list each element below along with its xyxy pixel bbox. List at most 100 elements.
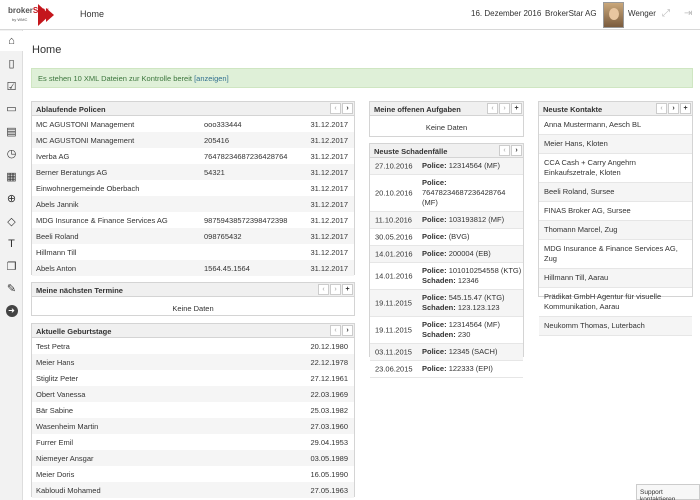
- prev-page-button[interactable]: ‹: [318, 284, 329, 295]
- user-avatar[interactable]: [603, 2, 624, 28]
- birthday-row[interactable]: Stiglitz Peter 27.12.1961: [32, 370, 354, 386]
- next-page-button[interactable]: ›: [668, 103, 679, 114]
- next-page-button[interactable]: ›: [511, 145, 522, 156]
- company-name[interactable]: BrokerStar AG: [545, 9, 597, 18]
- sidebar-item-text[interactable]: T: [0, 234, 23, 254]
- claim-row[interactable]: 19.11.2015 Police: 545.15.47 (KTG) Schaden…: [370, 290, 523, 317]
- top-bar: brokerStar by WMC Home 16. Dezember 2016…: [0, 0, 700, 30]
- sidebar-item-clock[interactable]: ◷: [0, 144, 23, 164]
- prev-page-button[interactable]: ‹: [330, 103, 341, 114]
- brokerstar-logo[interactable]: brokerStar by WMC: [8, 4, 60, 26]
- sidebar-item-copy[interactable]: ❐: [0, 256, 23, 276]
- claim-row[interactable]: 20.10.2016 Police: 76478234687236428764 (…: [370, 175, 523, 212]
- expiry-date: 31.12.2017: [310, 248, 348, 257]
- contact-row[interactable]: Thomann Marcel, Zug: [539, 221, 692, 240]
- sidebar-item-calculator[interactable]: ▦: [0, 166, 23, 186]
- claim-row[interactable]: 19.11.2015 Police: 12314564 (MF) Schaden: …: [370, 317, 523, 344]
- prev-page-button[interactable]: ‹: [499, 145, 510, 156]
- next-page-button[interactable]: ›: [342, 103, 353, 114]
- police-label: Police:: [422, 293, 447, 302]
- contact-row[interactable]: Hillmann Till, Aarau: [539, 269, 692, 288]
- sidebar-item-checklist[interactable]: ☑: [0, 76, 23, 96]
- claim-row[interactable]: 03.11.2015 Police: 12345 (SACH): [370, 344, 523, 361]
- police-value: 12345 (SACH): [448, 347, 498, 356]
- policy-number: ooo333444: [204, 120, 242, 129]
- police-value: 103193812 (MF): [448, 215, 505, 224]
- fullscreen-icon[interactable]: ⤢: [662, 8, 670, 19]
- sidebar-item-tag[interactable]: ◇: [0, 211, 23, 231]
- expiring-policies-header: Ablaufende Policen ‹ ›: [32, 102, 354, 116]
- sidebar-item-arrow-right-circle[interactable]: ➜: [0, 301, 23, 321]
- policy-row[interactable]: MDG Insurance & Finance Services AG 98759…: [32, 212, 354, 228]
- alert-show-link[interactable]: [anzeigen]: [194, 74, 229, 83]
- claim-info: Police: 545.15.47 (KTG) Schaden: 123.123.…: [422, 290, 523, 316]
- claim-row[interactable]: 30.05.2016 Police: (BVG): [370, 229, 523, 246]
- contact-row[interactable]: Meier Hans, Kloten: [539, 135, 692, 154]
- birthday-row[interactable]: Test Petra 20.12.1980: [32, 338, 354, 354]
- next-page-button[interactable]: ›: [342, 325, 353, 336]
- police-label: Police:: [422, 215, 447, 224]
- next-page-button[interactable]: ›: [499, 103, 510, 114]
- add-contact-button[interactable]: +: [680, 103, 691, 114]
- claim-row[interactable]: 11.10.2016 Police: 103193812 (MF): [370, 212, 523, 229]
- claim-row[interactable]: 23.06.2015 Police: 122333 (EPI): [370, 361, 523, 378]
- policy-holder: Hillmann Till: [36, 248, 77, 257]
- contact-row[interactable]: MDG Insurance & Finance Services AG, Zug: [539, 240, 692, 269]
- claim-date: 23.06.2015: [375, 364, 413, 374]
- person-name: Niemeyer Ansgar: [36, 454, 94, 463]
- sidebar-item-tools[interactable]: ✎: [0, 279, 23, 299]
- birthday-row[interactable]: Bär Sabine 25.03.1982: [32, 402, 354, 418]
- policy-row[interactable]: Einwohnergemeinde Oberbach 31.12.2017: [32, 180, 354, 196]
- contact-row[interactable]: Anna Mustermann, Aesch BL: [539, 116, 692, 135]
- birthday-row[interactable]: Meier Doris 16.05.1990: [32, 466, 354, 482]
- support-contact-button[interactable]: Support kontaktieren: [636, 484, 700, 500]
- nav-home-link[interactable]: Home: [80, 9, 104, 19]
- logout-icon[interactable]: ⇥: [684, 8, 692, 19]
- prev-page-button[interactable]: ‹: [487, 103, 498, 114]
- policy-row[interactable]: MC AGUSTONI Management ooo333444 31.12.201…: [32, 116, 354, 132]
- contacts-header: Neuste Kontakte ‹ › +: [539, 102, 692, 116]
- policy-row[interactable]: MC AGUSTONI Management 205416 31.12.2017: [32, 132, 354, 148]
- birth-date: 25.03.1982: [310, 406, 348, 415]
- claim-row[interactable]: 14.01.2016 Police: 200004 (EB): [370, 246, 523, 263]
- birthday-row[interactable]: Meier Hans 22.12.1978: [32, 354, 354, 370]
- sidebar-item-document[interactable]: ▤: [0, 121, 23, 141]
- sidebar-item-book[interactable]: ▯: [0, 54, 23, 74]
- add-appointment-button[interactable]: +: [342, 284, 353, 295]
- birthday-row[interactable]: Kabloudi Mohamed 27.05.1963: [32, 482, 354, 498]
- panel-title: Neuste Kontakte: [543, 105, 603, 114]
- policy-row[interactable]: Berner Beratungs AG 54321 31.12.2017: [32, 164, 354, 180]
- contact-row[interactable]: Prädikat GmbH Agentur für visuelle Kommu…: [539, 288, 692, 317]
- person-name: Furrer Emil: [36, 438, 74, 447]
- claim-row[interactable]: 14.01.2016 Police: 101010254558 (KTG) Scha…: [370, 263, 523, 290]
- birthday-row[interactable]: Wasenheim Martin 27.03.1960: [32, 418, 354, 434]
- policy-row[interactable]: Abels Anton 1564.45.1564 31.12.2017: [32, 260, 354, 276]
- next-page-button[interactable]: ›: [330, 284, 341, 295]
- sidebar-item-monitor[interactable]: ▭: [0, 99, 23, 119]
- policy-row[interactable]: Iverba AG 76478234687236428764 31.12.2017: [32, 148, 354, 164]
- prev-page-button[interactable]: ‹: [330, 325, 341, 336]
- policy-holder: Einwohnergemeinde Oberbach: [36, 184, 140, 193]
- contact-row[interactable]: Neukomm Thomas, Luterbach: [539, 317, 692, 336]
- panel-title: Meine offenen Aufgaben: [374, 105, 461, 114]
- sidebar-item-home[interactable]: ⌂: [0, 31, 23, 51]
- add-task-button[interactable]: +: [511, 103, 522, 114]
- policy-row[interactable]: Hillmann Till 31.12.2017: [32, 244, 354, 260]
- contact-row[interactable]: CCA Cash + Carry Angehrn Einkaufszetrale…: [539, 154, 692, 183]
- claim-date: 14.01.2016: [375, 271, 413, 281]
- policy-holder: Iverba AG: [36, 152, 70, 161]
- schaden-value: 12346: [457, 276, 479, 285]
- claim-row[interactable]: 27.10.2016 Police: 12314564 (MF): [370, 158, 523, 175]
- prev-page-button[interactable]: ‹: [656, 103, 667, 114]
- contact-row[interactable]: FINAS Broker AG, Sursee: [539, 202, 692, 221]
- birthday-row[interactable]: Obert Vanessa 22.03.1969: [32, 386, 354, 402]
- policy-row[interactable]: Abels Jannik 31.12.2017: [32, 196, 354, 212]
- birthday-row[interactable]: Niemeyer Ansgar 03.05.1989: [32, 450, 354, 466]
- policy-row[interactable]: Beeli Roland 098765432 31.12.2017: [32, 228, 354, 244]
- contact-row[interactable]: Beeli Roland, Sursee: [539, 183, 692, 202]
- user-name[interactable]: Wenger: [628, 9, 656, 18]
- schaden-label: Schaden:: [422, 303, 456, 312]
- birthday-row[interactable]: Furrer Emil 29.04.1953: [32, 434, 354, 450]
- sidebar-item-globe[interactable]: ⊕: [0, 189, 23, 209]
- policy-holder: Abels Jannik: [36, 200, 79, 209]
